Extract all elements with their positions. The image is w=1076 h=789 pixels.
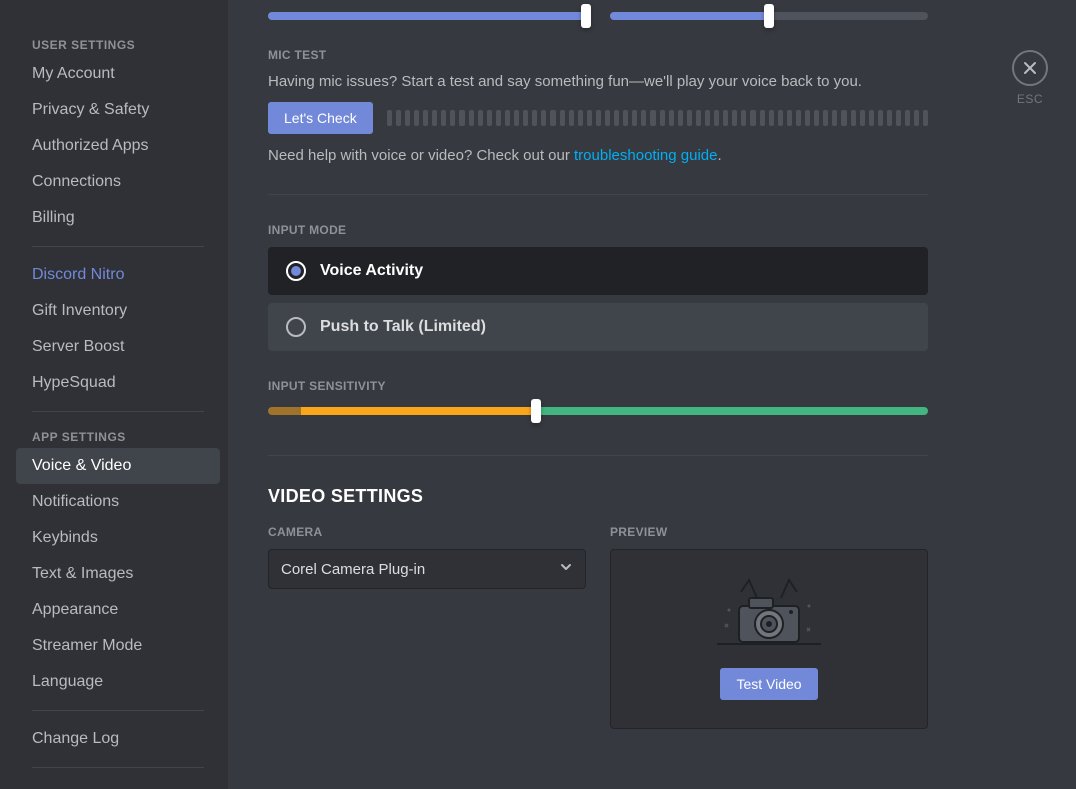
sidebar-item-appearance[interactable]: Appearance xyxy=(16,592,220,628)
sidebar-item-connections[interactable]: Connections xyxy=(16,164,220,200)
sidebar-item-hypesquad[interactable]: HypeSquad xyxy=(16,365,220,401)
sidebar-header-app-settings: APP SETTINGS xyxy=(16,422,220,448)
input-mode-voice-activity[interactable]: Voice Activity xyxy=(268,247,928,295)
radio-label: Voice Activity xyxy=(320,262,423,280)
sidebar-item-my-account[interactable]: My Account xyxy=(16,56,220,92)
input-mode-push-to-talk[interactable]: Push to Talk (Limited) xyxy=(268,303,928,351)
close-button[interactable] xyxy=(1012,50,1048,86)
test-video-button[interactable]: Test Video xyxy=(720,668,817,700)
close-label: ESC xyxy=(1017,92,1043,106)
troubleshooting-guide-link[interactable]: troubleshooting guide xyxy=(574,147,717,164)
sidebar-item-gift-inventory[interactable]: Gift Inventory xyxy=(16,293,220,329)
sidebar-item-language[interactable]: Language xyxy=(16,664,220,700)
camera-icon xyxy=(709,578,829,650)
video-settings-heading: VIDEO SETTINGS xyxy=(268,486,928,507)
radio-label: Push to Talk (Limited) xyxy=(320,318,486,336)
divider xyxy=(268,194,928,195)
sidebar-item-server-boost[interactable]: Server Boost xyxy=(16,329,220,365)
sidebar-item-streamer-mode[interactable]: Streamer Mode xyxy=(16,628,220,664)
radio-icon xyxy=(286,261,306,281)
settings-sidebar: USER SETTINGS My Account Privacy & Safet… xyxy=(0,0,228,789)
sidebar-item-voice-video[interactable]: Voice & Video xyxy=(16,448,220,484)
output-volume-slider[interactable] xyxy=(610,12,928,20)
sidebar-item-text-images[interactable]: Text & Images xyxy=(16,556,220,592)
sidebar-item-discord-nitro[interactable]: Discord Nitro xyxy=(16,257,220,293)
divider xyxy=(268,455,928,456)
sidebar-item-notifications[interactable]: Notifications xyxy=(16,484,220,520)
input-sensitivity-slider[interactable] xyxy=(268,407,928,415)
volume-sliders-row xyxy=(268,0,928,20)
preview-header: PREVIEW xyxy=(610,525,928,539)
mic-test-description: Having mic issues? Start a test and say … xyxy=(268,72,928,92)
radio-icon xyxy=(286,317,306,337)
mic-level-meter xyxy=(387,110,928,126)
camera-header: CAMERA xyxy=(268,525,586,539)
sidebar-item-billing[interactable]: Billing xyxy=(16,200,220,236)
sidebar-separator xyxy=(32,767,204,768)
close-area: ESC xyxy=(1012,50,1048,106)
input-sensitivity-header: INPUT SENSITIVITY xyxy=(268,379,928,393)
sidebar-item-keybinds[interactable]: Keybinds xyxy=(16,520,220,556)
mic-test-header: MIC TEST xyxy=(268,48,928,62)
video-preview: Test Video xyxy=(610,549,928,729)
sidebar-header-user-settings: USER SETTINGS xyxy=(16,30,220,56)
input-mode-header: INPUT MODE xyxy=(268,223,928,237)
sidebar-item-privacy-safety[interactable]: Privacy & Safety xyxy=(16,92,220,128)
sidebar-separator xyxy=(32,411,204,412)
input-mode-group: Voice Activity Push to Talk (Limited) xyxy=(268,247,928,351)
sidebar-item-change-log[interactable]: Change Log xyxy=(16,721,220,757)
chevron-down-icon xyxy=(559,560,573,578)
sidebar-separator xyxy=(32,246,204,247)
camera-select[interactable]: Corel Camera Plug-in xyxy=(268,549,586,589)
close-icon xyxy=(1022,60,1038,76)
mic-test-help: Need help with voice or video? Check out… xyxy=(268,146,928,166)
sidebar-item-log-out[interactable]: Log Out xyxy=(16,778,220,789)
input-volume-slider[interactable] xyxy=(268,12,586,20)
sidebar-item-authorized-apps[interactable]: Authorized Apps xyxy=(16,128,220,164)
camera-select-value: Corel Camera Plug-in xyxy=(281,561,425,578)
lets-check-button[interactable]: Let's Check xyxy=(268,102,373,134)
settings-content: ESC MIC TEST Having mic issues? Start a … xyxy=(228,0,1076,789)
sidebar-separator xyxy=(32,710,204,711)
